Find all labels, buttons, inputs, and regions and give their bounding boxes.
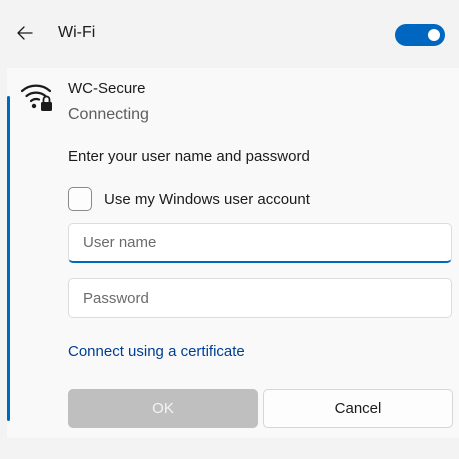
toggle-knob (428, 29, 440, 41)
ok-button[interactable]: OK (68, 389, 258, 428)
windows-account-checkbox-row[interactable]: Use my Windows user account (68, 187, 310, 211)
wifi-panel: Wi-Fi WC-Secure Connecting Enter your us… (0, 0, 459, 459)
back-arrow-icon[interactable] (14, 22, 36, 44)
wifi-secured-icon (19, 80, 55, 112)
network-name: WC-Secure (68, 80, 146, 97)
checkbox-label: Use my Windows user account (104, 190, 310, 208)
certificate-link[interactable]: Connect using a certificate (68, 343, 245, 360)
wifi-toggle[interactable] (395, 24, 445, 46)
header: Wi-Fi (0, 0, 459, 68)
page-title: Wi-Fi (58, 24, 96, 41)
username-input[interactable] (68, 223, 452, 263)
password-input[interactable] (68, 278, 452, 318)
network-status: Connecting (68, 106, 149, 123)
selected-accent-bar (7, 96, 10, 421)
cancel-button[interactable]: Cancel (263, 389, 453, 428)
windows-account-checkbox[interactable] (68, 187, 92, 211)
credentials-prompt: Enter your user name and password (68, 148, 310, 165)
